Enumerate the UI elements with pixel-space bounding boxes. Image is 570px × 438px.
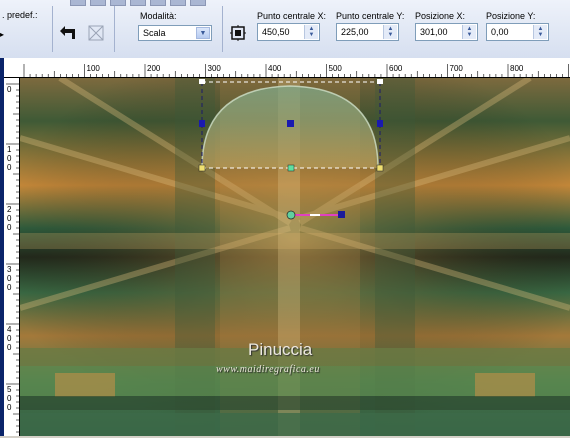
ruler-label: 300 bbox=[208, 64, 222, 73]
ruler-label: 0 bbox=[7, 283, 12, 292]
toolbar-icon[interactable] bbox=[190, 0, 206, 6]
spinner-arrows-icon[interactable]: ▲ ▼ bbox=[304, 25, 318, 39]
canvas-image[interactable]: Pinuccia www.maidiregrafica.eu bbox=[20, 78, 570, 436]
tool-options-bar: . predef.: ▸ Modalità: Scala ▼ Punto cen… bbox=[0, 0, 570, 59]
preset-dropdown-icon[interactable]: ▸ bbox=[0, 30, 4, 39]
ruler-label: 0 bbox=[7, 223, 12, 232]
ruler-label: 500 bbox=[329, 64, 343, 73]
spinner-arrows-icon[interactable]: ▲ ▼ bbox=[383, 25, 397, 39]
ruler-label: 0 bbox=[7, 394, 12, 403]
ruler-label: 600 bbox=[389, 64, 403, 73]
toolbar-icon[interactable] bbox=[170, 0, 186, 6]
mode-select[interactable]: Scala ▼ bbox=[138, 25, 212, 41]
horizontal-ruler-ticks: 100 200 300 400 500 600 700 800 bbox=[23, 64, 569, 78]
ruler-label: 0 bbox=[7, 154, 12, 163]
preset-label: . predef.: bbox=[2, 10, 38, 20]
ruler-label: 400 bbox=[268, 64, 282, 73]
vertical-ruler[interactable]: 0100200300400500 bbox=[4, 78, 20, 436]
mode-value: Scala bbox=[143, 28, 166, 38]
mode-label: Modalità: bbox=[140, 11, 177, 21]
separator bbox=[52, 6, 53, 52]
ruler-label: 0 bbox=[7, 274, 12, 283]
pos-y-field[interactable]: 0,00 ▲ ▼ bbox=[486, 23, 549, 41]
ruler-label: 0 bbox=[7, 403, 12, 412]
ruler-label: 2 bbox=[7, 205, 12, 214]
horizontal-ruler[interactable]: 100 200 300 400 500 600 700 800 bbox=[4, 62, 570, 78]
vertical-ruler-ticks: 0100200300400500 bbox=[6, 83, 20, 433]
center-x-value: 450,50 bbox=[262, 27, 290, 37]
spinner-arrows-icon[interactable]: ▲ ▼ bbox=[462, 25, 476, 39]
toolbar-icon[interactable] bbox=[70, 0, 86, 6]
toolbar-icon[interactable] bbox=[110, 0, 126, 6]
spinner-arrows-icon[interactable]: ▲ ▼ bbox=[533, 25, 547, 39]
ruler-label: 5 bbox=[7, 385, 12, 394]
ruler-label: 0 bbox=[7, 214, 12, 223]
ruler-label: 800 bbox=[510, 64, 524, 73]
separator bbox=[114, 6, 115, 52]
ruler-label: 200 bbox=[147, 64, 161, 73]
center-y-label: Punto centrale Y: bbox=[336, 11, 405, 21]
artwork bbox=[20, 78, 570, 436]
center-y-value: 225,00 bbox=[341, 27, 369, 37]
ruler-label: 0 bbox=[7, 163, 12, 172]
document-window: 100 200 300 400 500 600 700 800 010020030040050… bbox=[0, 58, 570, 436]
chevron-down-icon[interactable]: ▼ bbox=[196, 27, 210, 39]
toolbar-icon[interactable] bbox=[90, 0, 106, 6]
ruler-label: 100 bbox=[87, 64, 101, 73]
ruler-label: 4 bbox=[7, 325, 12, 334]
toolbar-icon[interactable] bbox=[150, 0, 166, 6]
center-x-field[interactable]: 450,50 ▲ ▼ bbox=[257, 23, 320, 41]
pos-x-label: Posizione X: bbox=[415, 11, 466, 21]
pick-tool-icon[interactable] bbox=[228, 23, 248, 43]
watermark-name: Pinuccia bbox=[248, 340, 313, 359]
pos-x-value: 301,00 bbox=[420, 27, 448, 37]
ruler-label: 0 bbox=[7, 343, 12, 352]
toolbar-icon[interactable] bbox=[130, 0, 146, 6]
toolbar-top-icons bbox=[70, 0, 206, 6]
pos-y-label: Posizione Y: bbox=[486, 11, 536, 21]
separator bbox=[222, 6, 223, 52]
ruler-label: 0 bbox=[7, 85, 12, 94]
center-y-field[interactable]: 225,00 ▲ ▼ bbox=[336, 23, 399, 41]
ruler-label: 1 bbox=[7, 145, 12, 154]
center-x-label: Punto centrale X: bbox=[257, 11, 327, 21]
ruler-label: 0 bbox=[7, 334, 12, 343]
watermark-url: www.maidiregrafica.eu bbox=[216, 364, 320, 375]
pos-x-field[interactable]: 301,00 ▲ ▼ bbox=[415, 23, 478, 41]
ruler-label: 700 bbox=[450, 64, 464, 73]
pos-y-value: 0,00 bbox=[491, 27, 509, 37]
reset-icon[interactable] bbox=[86, 23, 106, 43]
undo-icon[interactable] bbox=[58, 23, 78, 43]
ruler-label: 3 bbox=[7, 265, 12, 274]
